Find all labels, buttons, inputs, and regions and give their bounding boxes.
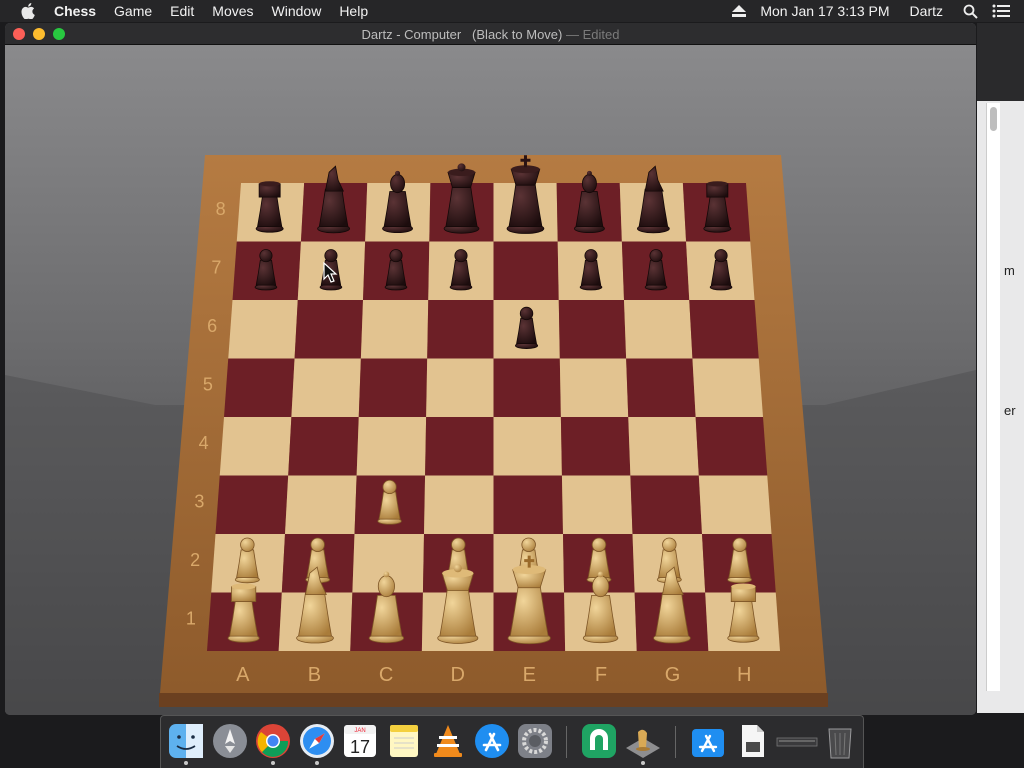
background-scrollbar[interactable] [986,103,1000,691]
menu-user[interactable]: Dartz [910,3,943,19]
window-title: Dartz - Computer (Black to Move) — Edite… [5,27,976,42]
background-text: m [1004,263,1015,278]
file-label: G [665,664,681,686]
file-label: B [308,664,321,686]
window-edited-label: — Edited [562,27,620,42]
board-square-e7[interactable] [493,241,559,301]
board-square-b3[interactable] [285,475,357,535]
file-label: C [379,664,393,686]
menu-edit[interactable]: Edit [170,3,194,19]
trash-icon[interactable] [821,722,859,760]
app-store-downloads-icon[interactable] [689,722,727,760]
board-square-a4[interactable] [219,417,292,476]
rank-label: 7 [211,258,221,278]
board-square-g4[interactable] [628,417,699,476]
chess-window: Dartz - Computer (Black to Move) — Edite… [5,23,976,715]
board-square-e5[interactable] [493,358,561,418]
board-square-a5[interactable] [224,358,295,418]
board-square-b6[interactable] [294,300,363,359]
file-label: D [450,664,464,686]
board-square-d3[interactable] [424,475,494,535]
calendar-month-label: JAN [354,728,365,734]
board-square-c6[interactable] [360,300,429,359]
menu-game[interactable]: Game [114,3,152,19]
board-square-h3[interactable] [698,475,772,535]
board-square-a6[interactable] [228,300,298,359]
board-square-e4[interactable] [493,417,562,476]
minimized-window-icon[interactable] [775,722,819,760]
menu-app-chess[interactable]: Chess [54,3,96,19]
menu-window[interactable]: Window [272,3,322,19]
running-indicator [271,761,275,765]
background-scrollbar-thumb[interactable] [990,107,997,131]
board-square-b4[interactable] [288,417,359,476]
chess-icon[interactable] [624,722,662,765]
notification-center-icon[interactable] [992,4,1010,18]
rank-label: 8 [216,199,226,219]
background-text: er [1004,403,1016,418]
rank-label: 2 [190,550,200,570]
running-indicator [184,761,188,765]
calendar-day-label: 17 [350,737,370,757]
board-square-b5[interactable] [291,358,361,418]
app-store-icon[interactable] [473,722,511,760]
background-window-toolbar [977,23,1024,101]
board-square-a3[interactable] [215,475,289,535]
rank-label: 4 [199,433,209,453]
document-icon[interactable] [733,722,771,760]
board-square-g6[interactable] [624,300,693,359]
file-label: A [236,664,250,686]
background-window: m er [977,23,1024,713]
rank-label: 6 [207,316,217,336]
board-square-h4[interactable] [695,417,768,476]
board-square-g3[interactable] [630,475,702,535]
file-label: F [595,664,607,686]
vlc-icon[interactable] [429,722,467,760]
board-square-d6[interactable] [427,300,494,359]
window-titlebar[interactable]: Dartz - Computer (Black to Move) — Edite… [5,23,976,45]
chess-board-scene[interactable]: 8 7 6 5 4 3 2 1 A B C D E F G H [5,45,976,715]
board-square-f4[interactable] [560,417,631,476]
board-square-d4[interactable] [425,417,494,476]
menu-bar: Chess Game Edit Moves Window Help Mon Ja… [0,0,1024,22]
menu-help[interactable]: Help [339,3,368,19]
chrome-icon[interactable] [254,722,292,765]
calendar-icon[interactable]: JAN 17 [341,722,379,760]
board-square-h5[interactable] [692,358,763,418]
dock-separator [566,726,567,758]
eject-icon[interactable] [732,5,747,17]
board-square-c4[interactable] [356,417,427,476]
launchpad-icon[interactable] [211,722,249,760]
running-indicator [315,761,319,765]
running-indicator [641,761,645,765]
menu-clock[interactable]: Mon Jan 17 3:13 PM [760,3,889,19]
spotlight-search-icon[interactable] [963,4,978,19]
board-square-h6[interactable] [689,300,759,359]
board-square-c5[interactable] [358,358,428,418]
notes-icon[interactable] [385,722,423,760]
board-square-g5[interactable] [626,358,696,418]
rank-label: 1 [186,609,196,629]
board-square-e3[interactable] [493,475,564,535]
board-square-f5[interactable] [559,358,629,418]
board-square-f6[interactable] [558,300,627,359]
dock: JAN 17 [160,715,864,768]
rank-label: 3 [194,492,204,512]
file-label: H [737,664,751,686]
board-square-f3[interactable] [561,475,633,535]
apple-menu-icon[interactable] [18,1,38,21]
board-square-d5[interactable] [426,358,494,418]
dock-separator [675,726,676,758]
safari-icon[interactable] [298,722,336,765]
rank-label: 5 [203,375,213,395]
sourcetree-icon[interactable] [580,722,618,760]
finder-icon[interactable] [167,722,205,765]
window-title-text: Dartz - Computer (Black to Move) [361,27,563,42]
board-squares [207,183,780,651]
system-preferences-icon[interactable] [516,722,554,760]
menu-moves[interactable]: Moves [212,3,253,19]
file-label: E [523,664,536,686]
